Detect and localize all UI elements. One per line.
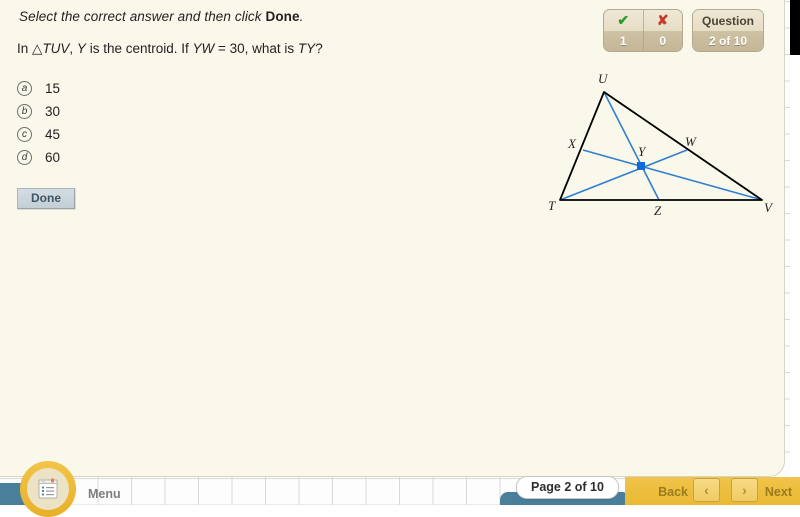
cross-icon: ✘: [656, 12, 669, 28]
question-part-2: ,: [69, 41, 77, 56]
question-var-tuv: TUV: [42, 41, 70, 56]
score-wrong-count: 0: [659, 34, 667, 48]
choice-bullet-a[interactable]: a: [17, 81, 32, 96]
next-button[interactable]: ›: [731, 478, 758, 502]
score-correct-count: 1: [619, 34, 627, 48]
check-icon: ✔: [617, 12, 630, 28]
instruction-text: Select the correct answer and then click…: [19, 9, 303, 24]
footer-bar: Menu Page 2 of 10 Back ‹ › Next: [0, 461, 800, 517]
choice-bullet-c[interactable]: c: [17, 127, 32, 142]
chevron-right-icon: ›: [742, 482, 747, 498]
score-icons-row: ✔ ✘: [604, 10, 682, 31]
instruction-suffix: .: [299, 9, 304, 24]
centroid-marker: [637, 162, 645, 170]
menu-button[interactable]: [20, 461, 76, 517]
answer-choice-b[interactable]: b 30: [17, 100, 60, 123]
median-u-to-z: [603, 91, 660, 201]
question-var-ty: TY: [297, 41, 316, 56]
diagram-label-v: V: [764, 200, 774, 215]
answer-choice-c[interactable]: c 45: [17, 123, 60, 146]
content-panel: Select the correct answer and then click…: [0, 0, 785, 477]
answer-choice-list: a 15 b 30 c 45 d 60: [17, 77, 60, 169]
median-t-to-w: [559, 149, 688, 201]
chevron-left-icon: ‹: [704, 482, 709, 498]
choice-label-a: 15: [45, 81, 61, 96]
score-correct-count-cell: 1: [604, 31, 644, 51]
diagram-label-w: W: [685, 134, 697, 149]
question-counter-value: 2 of 10: [693, 31, 763, 51]
triangle-tuv: [559, 91, 763, 201]
diagram-label-x: X: [567, 136, 577, 151]
question-var-y: Y: [76, 41, 86, 56]
diagram-label-y: Y: [638, 144, 647, 159]
triangle-svg: U T V X W Y Z: [548, 71, 774, 218]
question-counter-badge: Question 2 of 10: [692, 9, 764, 52]
question-part-5: ?: [315, 41, 323, 56]
score-correct-cell: ✔: [604, 10, 644, 31]
score-wrong-count-cell: 0: [644, 31, 683, 51]
choice-bullet-d[interactable]: d: [17, 150, 32, 165]
instruction-prefix: Select the correct answer and then click: [19, 9, 266, 24]
diagram-label-u: U: [598, 71, 609, 86]
question-part-1: In △: [17, 41, 43, 56]
answer-choice-d[interactable]: d 60: [17, 146, 60, 169]
diagram-label-t: T: [548, 198, 556, 213]
quiz-app-background: Select the correct answer and then click…: [0, 0, 800, 517]
right-black-strip: [790, 0, 800, 55]
right-white-strip: [790, 55, 800, 505]
question-part-4: = 30, what is: [214, 41, 298, 56]
geometry-diagram: U T V X W Y Z: [530, 70, 790, 230]
back-label[interactable]: Back: [658, 485, 688, 499]
choice-bullet-b[interactable]: b: [17, 104, 32, 119]
score-box: ✔ ✘ 1 0: [603, 9, 683, 52]
menu-label[interactable]: Menu: [88, 487, 121, 501]
choice-label-c: 45: [45, 127, 61, 142]
question-var-yw: YW: [192, 41, 215, 56]
notepad-icon: [38, 478, 58, 499]
instruction-done-emphasis: Done: [265, 9, 300, 24]
diagram-label-z: Z: [654, 203, 662, 218]
answer-choice-a[interactable]: a 15: [17, 77, 60, 100]
choice-label-b: 30: [45, 104, 61, 119]
question-part-3: is the centroid. If: [85, 41, 193, 56]
menu-button-inner: [27, 468, 69, 510]
median-v-to-x: [582, 149, 763, 201]
done-button[interactable]: Done: [17, 188, 75, 209]
back-button[interactable]: ‹: [693, 478, 720, 502]
next-label[interactable]: Next: [765, 485, 792, 499]
question-text: In △TUV, Y is the centroid. If YW = 30, …: [17, 41, 323, 57]
question-counter-title: Question: [693, 10, 763, 31]
score-counts-row: 1 0: [604, 31, 682, 51]
score-wrong-cell: ✘: [644, 10, 683, 31]
page-indicator: Page 2 of 10: [516, 476, 619, 499]
choice-label-d: 60: [45, 150, 61, 165]
